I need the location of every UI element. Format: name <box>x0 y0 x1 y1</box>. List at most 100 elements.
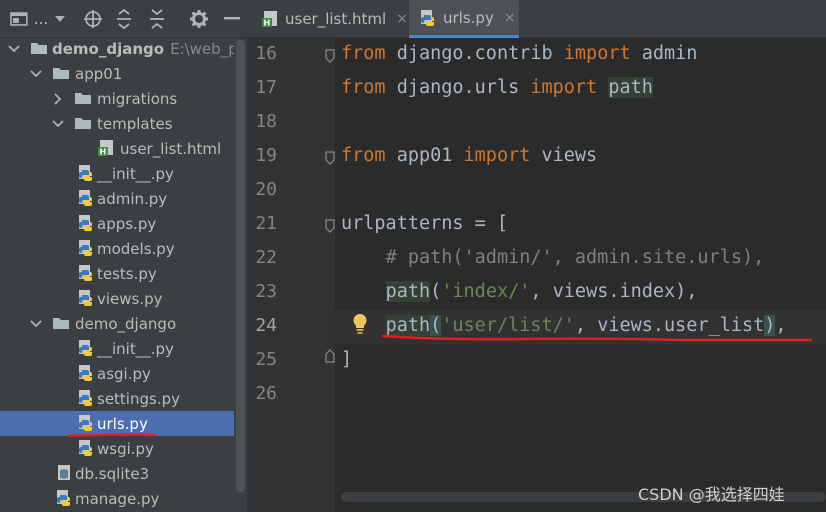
tree-item-label: demo_django <box>75 314 177 333</box>
tree-item-label: asgi.py <box>97 364 151 383</box>
line-number: 26 <box>255 383 277 404</box>
chevron-down-icon[interactable] <box>51 117 65 131</box>
tree-item-tests-py[interactable]: tests.py <box>0 261 234 286</box>
folder-icon <box>52 65 70 83</box>
keyword: from <box>341 145 386 166</box>
chevron-down-icon <box>55 16 66 22</box>
code-text: django.contrib <box>385 43 564 64</box>
tree-item-label: demo_django E:\web_pro <box>52 40 247 58</box>
svg-text:H: H <box>100 148 107 157</box>
watermark: CSDN @我选择四娃 <box>638 485 785 504</box>
code-line: from django.contrib import admin <box>341 43 697 64</box>
code-text: admin <box>630 43 698 64</box>
usage-highlight: path <box>385 281 431 302</box>
tree-item-settings-py[interactable]: settings.py <box>0 386 234 411</box>
expand-all-icon <box>117 9 131 29</box>
tab-urls-py[interactable]: urls.py × <box>409 0 519 38</box>
tab-label: urls.py <box>443 8 494 27</box>
tree-item-apps-py[interactable]: apps.py <box>0 211 234 236</box>
tree-scrollbar[interactable] <box>234 38 247 512</box>
tree-item-demo-django-init[interactable]: __init__.py <box>0 336 234 361</box>
tree-scrollbar-thumb[interactable] <box>236 40 245 492</box>
locate-button[interactable] <box>82 8 104 30</box>
python-file-icon <box>77 289 95 307</box>
tree-item-admin-py[interactable]: admin.py <box>0 186 234 211</box>
editor-tab-bar: H user_list.html × urls.py × <box>247 0 826 38</box>
tree-item-migrations[interactable]: migrations <box>0 86 234 111</box>
project-toolbar: ... <box>0 0 247 38</box>
tree-item-label: manage.py <box>75 489 160 508</box>
tree-item-db-sqlite3[interactable]: db.sqlite3 <box>0 461 234 486</box>
tree-item-templates[interactable]: templates <box>0 111 234 136</box>
chevron-down-icon[interactable] <box>29 67 43 81</box>
tree-item-asgi-py[interactable]: asgi.py <box>0 361 234 386</box>
fold-end-marker-icon[interactable] <box>325 349 335 363</box>
project-tool-window: ... demo_django E:\web_pro app01 migrati… <box>0 0 247 512</box>
matching-brace: ( <box>430 315 442 336</box>
python-file-icon <box>77 214 95 232</box>
keyword: from <box>341 77 386 98</box>
tree-item-app01-init[interactable]: __init__.py <box>0 161 234 186</box>
python-file-icon <box>77 239 95 257</box>
tree-item-label: wsgi.py <box>97 439 154 458</box>
hide-panel-button[interactable] <box>222 8 242 30</box>
html-file-icon: H <box>262 11 277 28</box>
chevron-right-icon[interactable] <box>51 92 65 106</box>
tree-item-label: __init__.py <box>97 339 174 358</box>
html-file-icon: H <box>97 139 115 157</box>
tree-item-label: urls.py <box>97 414 148 433</box>
code-line: from app01 import views <box>341 145 597 166</box>
tree-item-demo-django-package[interactable]: demo_django <box>0 311 234 336</box>
keyword: import <box>530 77 598 98</box>
line-number: 22 <box>255 247 277 268</box>
tree-item-models-py[interactable]: models.py <box>0 236 234 261</box>
line-number: 23 <box>255 281 277 302</box>
python-file-icon <box>77 414 95 432</box>
tree-item-app01[interactable]: app01 <box>0 61 234 86</box>
collapse-all-icon <box>150 9 164 29</box>
code-string: 'index/' <box>441 281 531 302</box>
collapse-all-button[interactable] <box>146 8 168 30</box>
expand-all-button[interactable] <box>113 8 135 30</box>
project-view-icon <box>10 12 28 26</box>
line-number: 16 <box>255 43 277 64</box>
annotation-underline <box>381 334 813 342</box>
tree-item-label: app01 <box>75 64 123 83</box>
fold-marker-icon[interactable] <box>325 49 335 63</box>
tree-item-label: migrations <box>97 89 178 108</box>
close-icon[interactable]: × <box>396 11 408 27</box>
line-number: 21 <box>255 213 277 234</box>
keyword: import <box>463 145 531 166</box>
locate-target-icon <box>84 10 102 28</box>
project-view-dropdown[interactable]: ... <box>10 8 66 30</box>
tree-item-user-list-html[interactable]: H user_list.html <box>0 136 234 161</box>
tab-user-list-html[interactable]: H user_list.html × <box>257 0 409 38</box>
tree-item-label: views.py <box>97 289 163 308</box>
close-icon[interactable]: × <box>504 10 516 26</box>
folder-icon <box>74 90 92 108</box>
code-text: , views.user_list <box>574 315 765 336</box>
code-text: django.urls <box>385 77 531 98</box>
matching-brace: ) <box>764 315 776 336</box>
chevron-down-icon[interactable] <box>7 42 21 56</box>
tree-item-demo-django-root[interactable]: demo_django E:\web_pro <box>0 36 247 61</box>
python-file-icon <box>77 389 95 407</box>
fold-marker-icon[interactable] <box>325 151 335 165</box>
tree-item-wsgi-py[interactable]: wsgi.py <box>0 436 234 461</box>
fold-marker-icon[interactable] <box>325 219 335 233</box>
code-line: # path('admin/', admin.site.urls), <box>341 247 765 268</box>
tree-item-views-py[interactable]: views.py <box>0 286 234 311</box>
tree-item-manage-py[interactable]: manage.py <box>0 486 234 511</box>
svg-text:H: H <box>264 19 271 28</box>
settings-button[interactable] <box>188 8 210 30</box>
tree-item-label: tests.py <box>97 264 157 283</box>
code-editor[interactable]: 16 17 18 19 20 21 22 23 24 25 26 from dj… <box>247 38 826 512</box>
tree-item-label: settings.py <box>97 389 180 408</box>
keyword: import <box>563 43 631 64</box>
code-text: ( <box>430 281 442 302</box>
chevron-down-icon[interactable] <box>29 317 43 331</box>
code-area[interactable]: from django.contrib import admin from dj… <box>341 38 826 512</box>
project-view-label: ... <box>33 10 49 28</box>
